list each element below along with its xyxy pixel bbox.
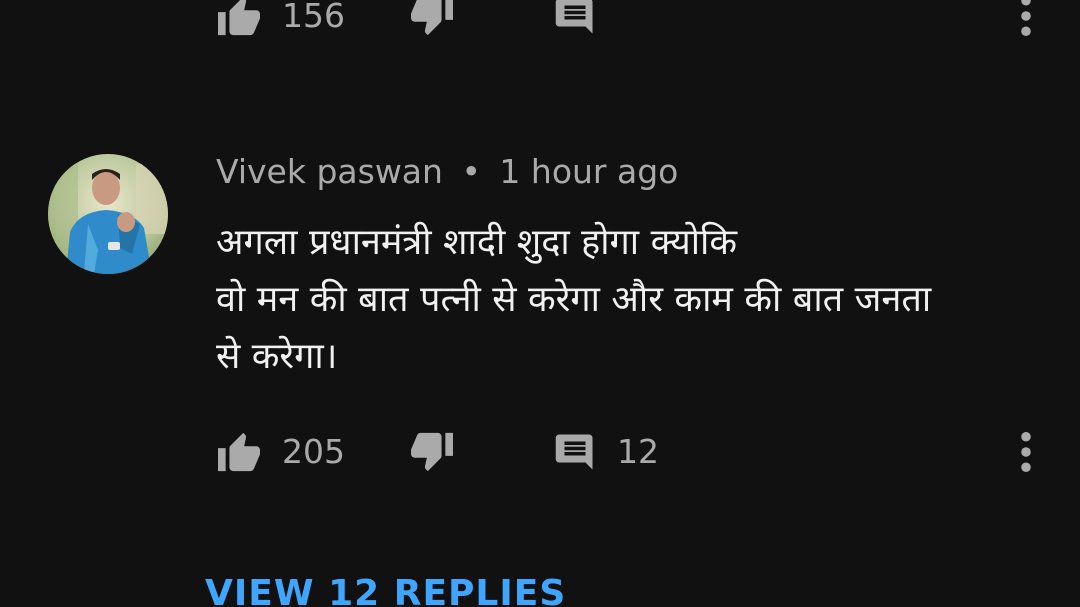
like-count: 205 (282, 432, 345, 471)
comment-text: अगला प्रधानमंत्री शादी शुदा होगा क्योकि … (216, 214, 1036, 385)
more-vertical-icon (1021, 431, 1031, 473)
more-options-button[interactable] (1012, 428, 1040, 476)
thumb-down-icon (411, 432, 453, 472)
meta-separator: • (461, 152, 481, 191)
comment-timestamp: 1 hour ago (499, 152, 679, 191)
dislike-button[interactable] (409, 428, 455, 476)
comment-text-line: अगला प्रधानमंत्री शादी शुदा होगा क्योकि (216, 222, 738, 263)
reply-button[interactable] (554, 0, 596, 40)
more-options-button[interactable] (1012, 0, 1040, 40)
like-button[interactable] (216, 428, 262, 476)
thumb-up-icon (218, 0, 260, 36)
comment-icon (555, 434, 593, 470)
comment-icon (555, 0, 593, 34)
previous-comment-actions: 156 (216, 0, 1046, 40)
more-vertical-icon (1021, 0, 1031, 37)
comments-screen: 156 Vivek paswan • 1 hour ago अगला प्रधा… (0, 0, 1080, 607)
view-replies-button[interactable]: VIEW 12 REPLIES (205, 573, 566, 607)
reply-count: 12 (617, 432, 659, 471)
like-button[interactable] (216, 0, 262, 40)
avatar[interactable] (48, 154, 168, 274)
avatar-image (48, 154, 168, 274)
comment-meta: Vivek paswan • 1 hour ago (216, 152, 678, 191)
like-count: 156 (282, 0, 345, 35)
comment-actions: 205 12 (216, 428, 1046, 476)
dislike-button[interactable] (409, 0, 455, 40)
thumb-down-icon (411, 0, 453, 36)
thumb-up-icon (218, 432, 260, 472)
comment-text-line: से करेगा। (216, 336, 338, 377)
comment-text-line: वो मन की बात पत्नी से करेगा और काम की बा… (216, 279, 932, 320)
reply-button[interactable] (554, 428, 596, 476)
author-name[interactable]: Vivek paswan (216, 152, 443, 191)
